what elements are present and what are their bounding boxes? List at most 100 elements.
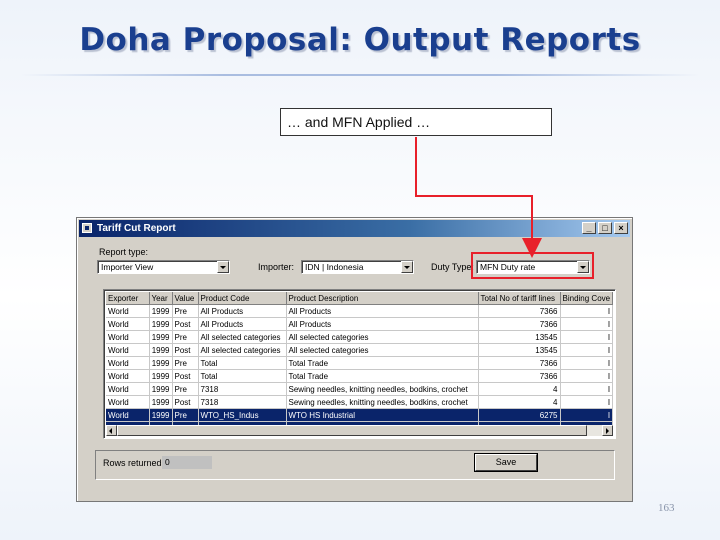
column-header[interactable]: Value: [172, 292, 199, 305]
table-cell: 1999: [149, 304, 173, 318]
table-cell: World: [106, 330, 150, 344]
close-button[interactable]: ×: [614, 222, 628, 234]
importer-label: Importer:: [258, 262, 295, 272]
table-cell: 1999: [149, 369, 173, 383]
table-cell: Post: [172, 369, 199, 383]
scroll-left-icon[interactable]: [106, 425, 117, 436]
table-row[interactable]: World 1999 Post 7318 Sewing needles, knittin…: [106, 395, 614, 409]
table-cell: Sewing needles, knitting needles, bodkin…: [286, 395, 479, 409]
table-cell: Total: [198, 356, 287, 370]
table-cell: Post: [172, 343, 199, 357]
table-cell: All selected categories: [286, 330, 479, 344]
table-cell: Pre: [172, 356, 199, 370]
table-cell: Post: [172, 317, 199, 331]
table-row[interactable]: World 1999 Post Total Total Trade 7366 I: [106, 369, 614, 383]
page-number: 163: [658, 502, 675, 514]
chevron-down-icon[interactable]: [401, 261, 413, 273]
table-cell: World: [106, 304, 150, 318]
report-type-value: Importer View: [101, 262, 154, 272]
table-cell: WTO_HS_Indus: [198, 408, 287, 422]
table-cell: I: [560, 356, 614, 370]
column-header[interactable]: Exporter: [106, 292, 150, 305]
table-cell: 4: [478, 395, 561, 409]
table-cell: Pre: [172, 382, 199, 396]
table-cell: I: [560, 408, 614, 422]
table-cell: 1999: [149, 395, 173, 409]
table-row[interactable]: World 1999 Pre All Products All Products 7366…: [106, 304, 614, 318]
table-cell: 1999: [149, 356, 173, 370]
scroll-thumb[interactable]: [117, 425, 587, 436]
table-cell: Post: [172, 395, 199, 409]
results-table: Exporter Year Value Product Code Product…: [106, 292, 614, 435]
table-row[interactable]: World 1999 Pre Total Total Trade 7366 I: [106, 356, 614, 370]
table-cell: 6275: [478, 408, 561, 422]
horizontal-scrollbar[interactable]: [106, 425, 613, 436]
table-cell: 1999: [149, 343, 173, 357]
table-cell: I: [560, 369, 614, 383]
window-titlebar[interactable]: Tariff Cut Report _ □ ×: [79, 220, 630, 237]
table-cell: 1999: [149, 330, 173, 344]
table-cell: All selected categories: [198, 330, 287, 344]
table-cell: 7318: [198, 395, 287, 409]
table-cell: 13545: [478, 330, 561, 344]
duty-type-highlight: [471, 252, 594, 279]
column-header[interactable]: Binding Cove: [560, 292, 614, 305]
table-cell: All selected categories: [198, 343, 287, 357]
scroll-right-icon[interactable]: [602, 425, 613, 436]
table-cell: I: [560, 395, 614, 409]
table-cell: Total Trade: [286, 369, 479, 383]
table-cell: I: [560, 317, 614, 331]
table-cell: Pre: [172, 330, 199, 344]
grid-header-row: Exporter Year Value Product Code Product…: [106, 292, 614, 305]
importer-select[interactable]: IDN | Indonesia: [301, 260, 414, 274]
table-row[interactable]: World 1999 Pre WTO_HS_Indus WTO HS Industria…: [106, 408, 614, 422]
table-cell: World: [106, 343, 150, 357]
app-icon: [82, 223, 92, 233]
table-cell: 1999: [149, 317, 173, 331]
table-cell: 7366: [478, 317, 561, 331]
table-cell: I: [560, 330, 614, 344]
column-header[interactable]: Product Code: [198, 292, 287, 305]
table-row[interactable]: World 1999 Pre 7318 Sewing needles, knitting…: [106, 382, 614, 396]
title-divider: [20, 74, 700, 76]
table-row[interactable]: World 1999 Post All Products All Products 736…: [106, 317, 614, 331]
table-cell: 7318: [198, 382, 287, 396]
table-cell: 7366: [478, 356, 561, 370]
report-type-label: Report type:: [99, 247, 149, 257]
table-row[interactable]: World 1999 Pre All selected categories All s…: [106, 330, 614, 344]
column-header[interactable]: Product Description: [286, 292, 479, 305]
callout-box: … and MFN Applied …: [280, 108, 552, 136]
window-title: Tariff Cut Report: [97, 223, 176, 234]
table-cell: World: [106, 395, 150, 409]
table-cell: I: [560, 304, 614, 318]
table-cell: All Products: [286, 304, 479, 318]
column-header[interactable]: Total No of tariff lines: [478, 292, 561, 305]
table-cell: WTO HS Industrial: [286, 408, 479, 422]
report-type-select[interactable]: Importer View: [97, 260, 230, 274]
table-cell: World: [106, 356, 150, 370]
duty-type-label: Duty Type:: [431, 262, 474, 272]
table-row[interactable]: World 1999 Post All selected categories All …: [106, 343, 614, 357]
table-cell: World: [106, 369, 150, 383]
table-cell: Total Trade: [286, 356, 479, 370]
column-header[interactable]: Year: [149, 292, 173, 305]
minimize-button[interactable]: _: [582, 222, 596, 234]
table-cell: 1999: [149, 382, 173, 396]
table-cell: 7366: [478, 304, 561, 318]
slide-title: Doha Proposal: Output Reports: [79, 22, 641, 58]
tariff-cut-report-window: Tariff Cut Report _ □ × Report type: Imp…: [76, 217, 633, 502]
table-cell: All Products: [286, 317, 479, 331]
maximize-button[interactable]: □: [598, 222, 612, 234]
table-cell: 1999: [149, 408, 173, 422]
table-cell: All selected categories: [286, 343, 479, 357]
rows-returned-label: Rows returned:: [103, 458, 165, 468]
table-cell: World: [106, 408, 150, 422]
table-cell: Pre: [172, 408, 199, 422]
table-cell: I: [560, 382, 614, 396]
save-button[interactable]: Save: [475, 454, 537, 471]
results-grid[interactable]: Exporter Year Value Product Code Product…: [103, 289, 616, 439]
table-cell: 4: [478, 382, 561, 396]
table-cell: All Products: [198, 317, 287, 331]
chevron-down-icon[interactable]: [217, 261, 229, 273]
table-cell: World: [106, 317, 150, 331]
